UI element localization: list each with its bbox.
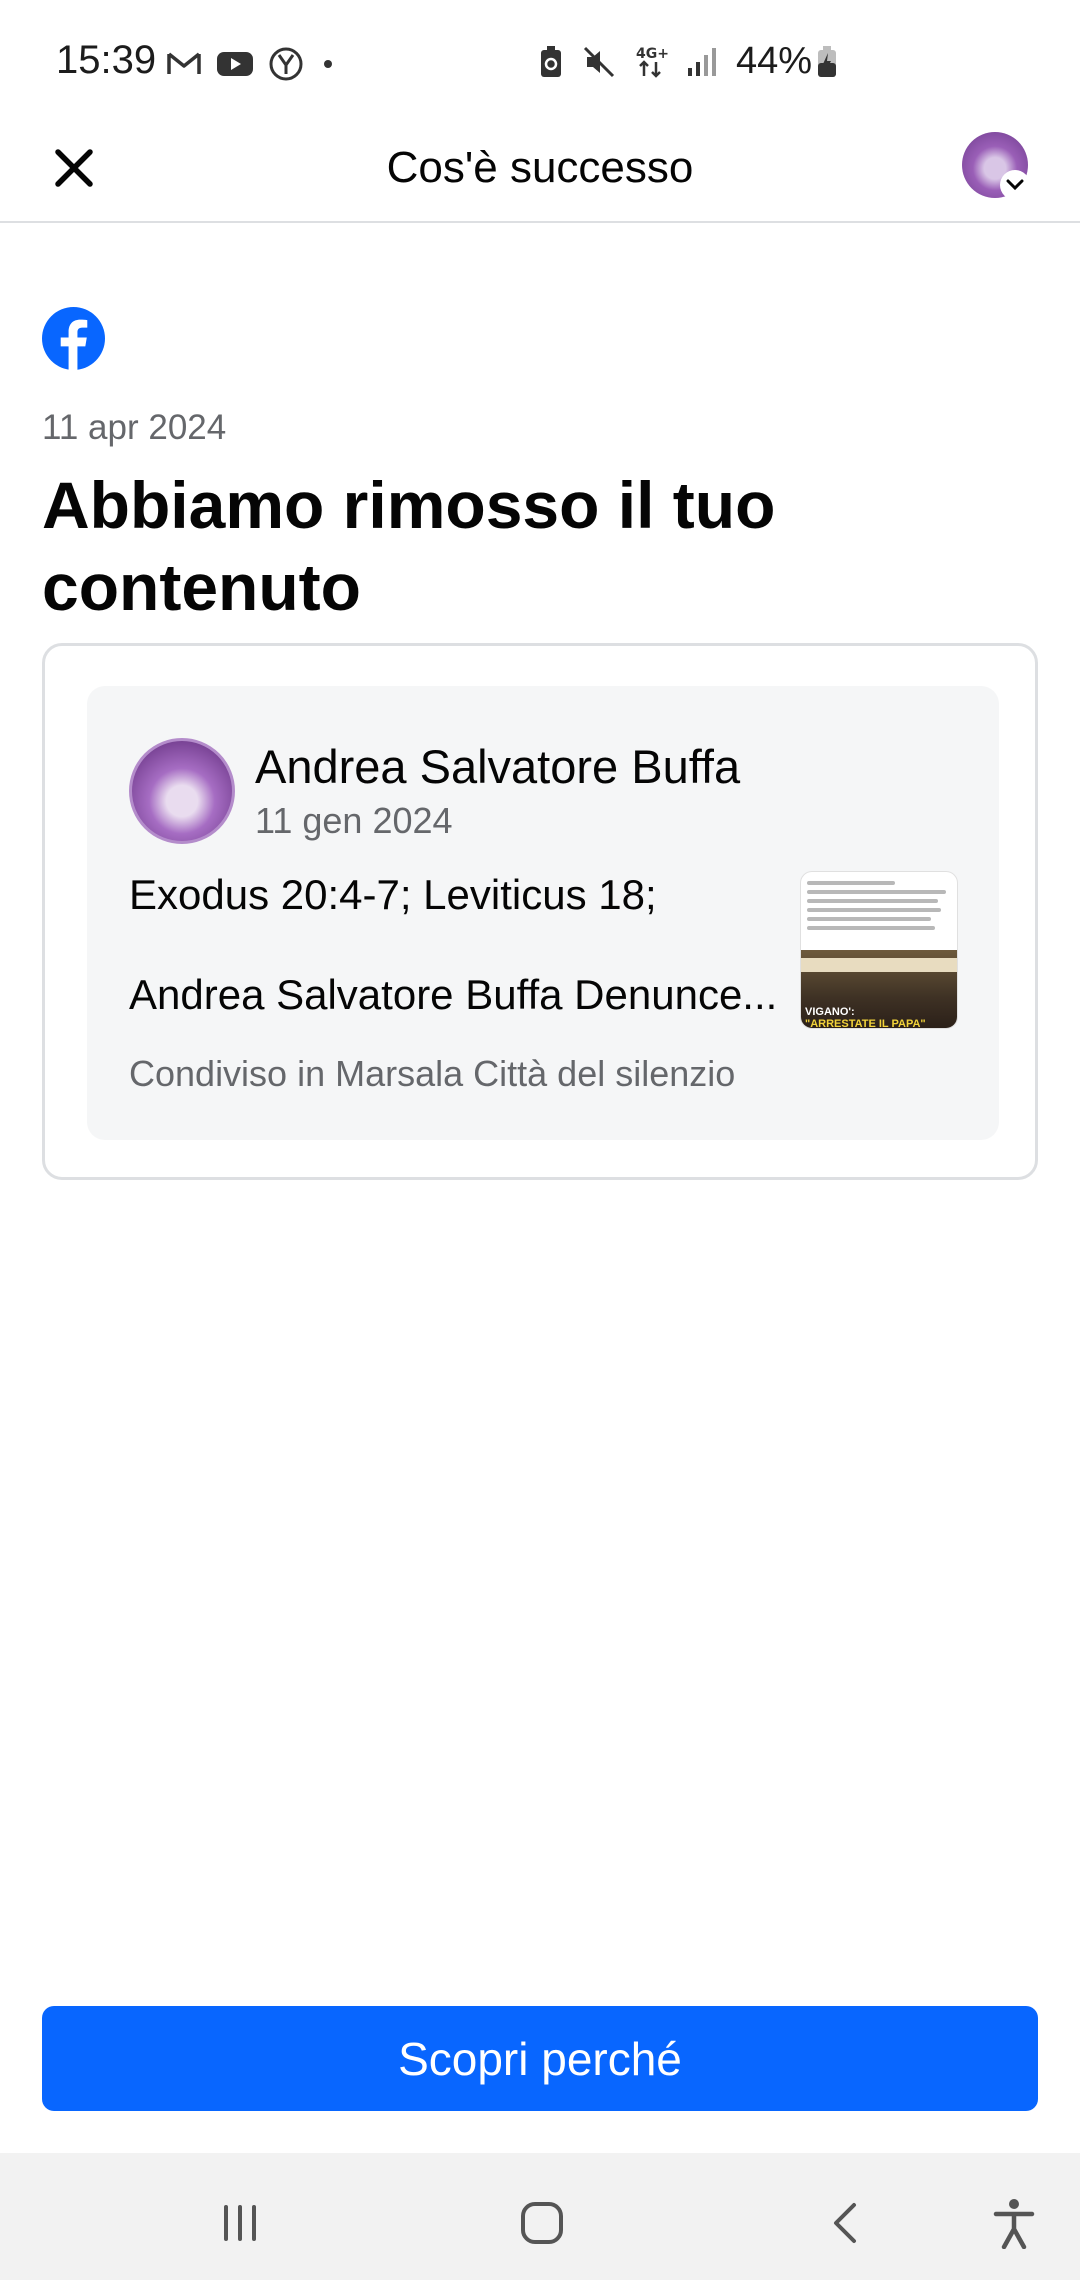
removed-post-card: Andrea Salvatore Buffa 11 gen 2024 Exodu… [42,643,1038,1180]
facebook-icon [42,307,105,370]
yandex-icon [269,47,303,81]
system-nav-bar [0,2153,1080,2280]
status-bar: 15:39 4G+ 44% [0,0,1080,128]
back-icon [834,2203,856,2243]
notice-date: 11 apr 2024 [42,408,227,447]
recent-apps-button[interactable] [210,2193,270,2253]
post-date: 11 gen 2024 [255,800,453,841]
learn-why-button[interactable]: Scopri perché [42,2006,1038,2111]
home-icon [521,2202,563,2244]
thumbnail-caption: VIGANO': [805,1006,855,1018]
accessibility-icon [993,2199,1035,2249]
dot-icon [324,60,332,68]
post-shared-in: Condiviso in Marsala Città del silenzio [129,1053,736,1094]
system-icons: 4G+ 44% [538,40,838,83]
thumbnail-banner [801,958,957,972]
4g-icon: 4G+ [636,46,668,78]
post-text-line: Exodus 20:4-7; Leviticus 18; [129,871,657,918]
thumbnail-caption: "ARRESTATE IL PAPA" [805,1018,926,1029]
author-avatar [129,738,235,844]
top-app-bar: Cos'è successo [0,128,1080,223]
notification-icons [166,46,338,82]
mute-icon [583,46,615,77]
page-title: Cos'è successo [386,143,694,192]
battery-icon [818,45,837,77]
home-button[interactable] [512,2193,572,2253]
back-button[interactable] [815,2193,875,2253]
signal-icon [688,47,716,76]
post-preview[interactable]: Andrea Salvatore Buffa 11 gen 2024 Exodu… [87,686,999,1140]
post-text-line: Andrea Salvatore Buffa Denunce... [129,971,778,1018]
youtube-icon [217,52,253,76]
recent-apps-icon [224,2205,256,2241]
post-author: Andrea Salvatore Buffa [255,740,741,793]
battery-saver-icon [541,45,561,77]
post-thumbnail: VIGANO': "ARRESTATE IL PAPA" [800,871,958,1029]
account-switcher-button[interactable] [1000,170,1030,200]
svg-text:4G+: 4G+ [636,46,668,62]
status-time: 15:39 [56,38,157,82]
chevron-down-icon [1006,179,1024,191]
gmail-icon [167,52,201,74]
accessibility-button[interactable] [984,2193,1044,2253]
thumbnail-text-block [807,876,953,946]
notice-title: Abbiamo rimosso il tuo contenuto [42,468,776,624]
battery-percent: 44% [736,40,813,82]
